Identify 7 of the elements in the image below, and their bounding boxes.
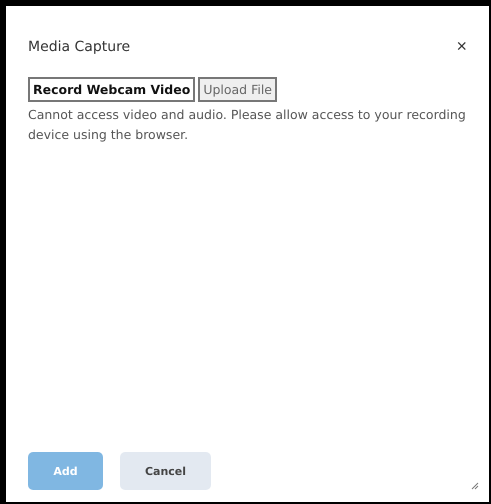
tab[interactable]: Upload File	[198, 77, 278, 102]
close-button[interactable]: ×	[452, 36, 471, 57]
tab[interactable]: Record Webcam Video	[28, 77, 196, 102]
cancel-button[interactable]: Cancel	[120, 452, 211, 490]
error-message: Cannot access video and audio. Please allow access to your recording device using the browser.	[28, 106, 467, 144]
resize-grip-icon[interactable]	[471, 482, 479, 490]
dialog-title: Media Capture	[28, 38, 130, 54]
